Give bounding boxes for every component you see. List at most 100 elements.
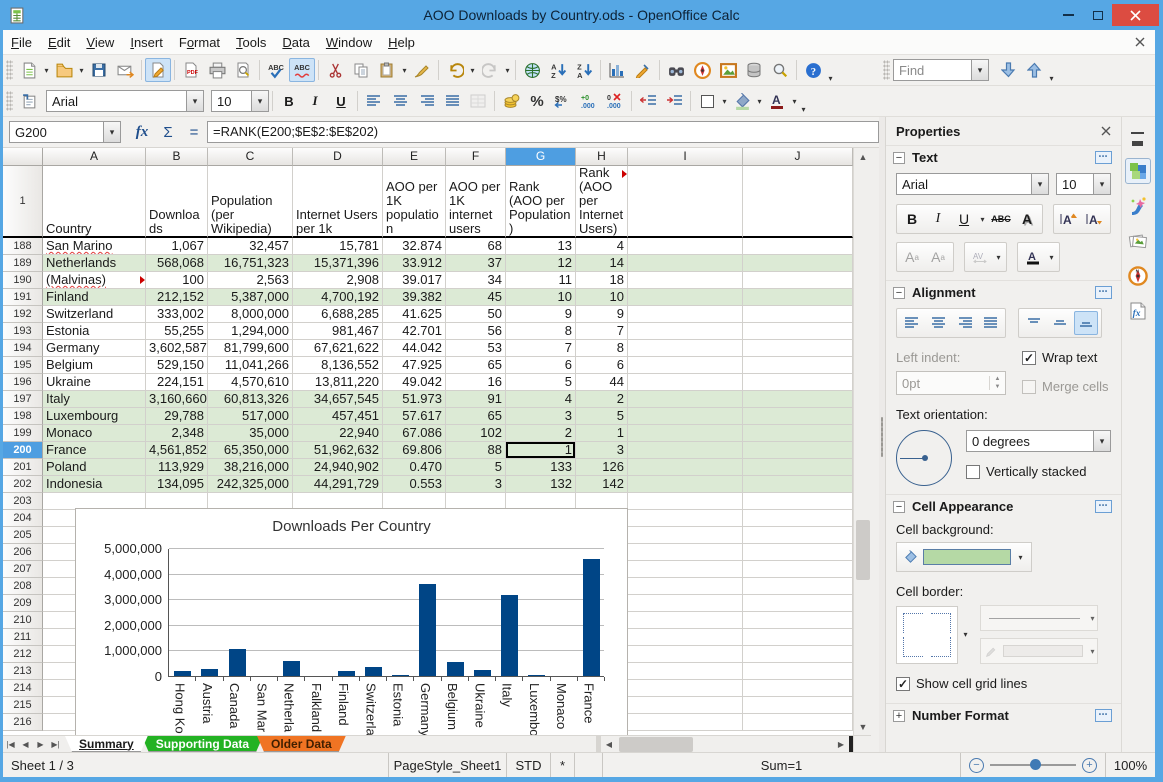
cell[interactable]: 568,068 [146, 255, 208, 272]
cell[interactable] [628, 544, 743, 561]
toolbar-more-button[interactable]: ▾ [826, 74, 835, 83]
cell[interactable]: 100 [146, 272, 208, 289]
row-header-209[interactable]: 209 [3, 595, 43, 612]
cell[interactable]: 16 [446, 374, 506, 391]
cell[interactable]: 4 [576, 238, 628, 255]
cell[interactable] [743, 595, 853, 612]
cell[interactable]: 9 [576, 306, 628, 323]
menu-view[interactable]: View [78, 35, 122, 50]
cell-appearance-section-header[interactable]: − Cell Appearance ••• [886, 494, 1121, 518]
decrease-font-button[interactable]: A [1083, 207, 1107, 231]
downloads-chart[interactable]: Downloads Per Country 0 1,000,000 2,000,000… [75, 508, 628, 735]
page-style[interactable]: PageStyle_Sheet1 [388, 753, 506, 777]
column-header-J[interactable]: J [743, 148, 853, 166]
zoom-button[interactable] [767, 58, 793, 82]
cell[interactable]: 517,000 [208, 408, 293, 425]
row-header-213[interactable]: 213 [3, 663, 43, 680]
open-button[interactable] [51, 58, 77, 82]
cell[interactable] [628, 561, 743, 578]
cell[interactable] [628, 442, 743, 459]
cell[interactable]: 4 [506, 391, 576, 408]
zoom-slider-thumb[interactable] [1030, 759, 1041, 770]
cell[interactable]: 3 [506, 408, 576, 425]
cell[interactable] [743, 166, 853, 238]
cell[interactable]: 242,325,000 [208, 476, 293, 493]
cell[interactable] [743, 425, 853, 442]
cell[interactable]: 1 [506, 442, 576, 459]
cell[interactable]: 16,751,323 [208, 255, 293, 272]
cell[interactable] [743, 340, 853, 357]
superscript-button[interactable]: Aa [900, 245, 924, 269]
cell[interactable] [628, 646, 743, 663]
cell[interactable] [628, 697, 743, 714]
previous-sheet-button[interactable]: ◀ [18, 736, 33, 752]
cell[interactable]: Poland [43, 459, 146, 476]
zoom-slider[interactable] [990, 759, 1076, 770]
cell[interactable]: 9 [506, 306, 576, 323]
equals-icon[interactable]: = [181, 124, 207, 141]
cell[interactable]: 44,291,729 [293, 476, 383, 493]
open-dropdown-arrow[interactable]: ▾ [77, 66, 86, 75]
cell[interactable] [743, 391, 853, 408]
new-document-button[interactable] [16, 58, 42, 82]
increase-indent-button[interactable] [661, 89, 687, 113]
cell[interactable]: 12 [506, 255, 576, 272]
cell[interactable]: 6,688,285 [293, 306, 383, 323]
cell-background-button[interactable]: ▾ [896, 542, 1032, 572]
background-color-dropdown-arrow[interactable]: ▾ [755, 97, 764, 106]
first-sheet-button[interactable]: |◀ [3, 736, 18, 752]
paste-button[interactable] [374, 58, 400, 82]
cell[interactable]: 53 [446, 340, 506, 357]
cell[interactable]: Indonesia [43, 476, 146, 493]
sidebar-font-size-select[interactable]: 10 ▾ [1056, 173, 1111, 195]
selection-sum[interactable]: Sum=1 [602, 753, 960, 777]
cell[interactable]: 10 [576, 289, 628, 306]
row-header-206[interactable]: 206 [3, 544, 43, 561]
cell[interactable] [628, 527, 743, 544]
cell[interactable] [743, 374, 853, 391]
row-header-193[interactable]: 193 [3, 323, 43, 340]
toolbar-grip[interactable] [6, 60, 13, 80]
row-header-204[interactable]: 204 [3, 510, 43, 527]
cell[interactable]: 981,467 [293, 323, 383, 340]
copy-button[interactable] [348, 58, 374, 82]
sidebar-align-right-button[interactable] [952, 311, 976, 335]
strikethrough-button[interactable]: ABC [989, 207, 1013, 231]
scroll-down-arrow[interactable]: ▼ [854, 718, 872, 735]
font-size-dropdown-arrow[interactable]: ▾ [251, 91, 268, 111]
font-color-button[interactable]: A [764, 89, 790, 113]
cell[interactable] [628, 714, 743, 731]
redo-button[interactable] [477, 58, 503, 82]
cell[interactable]: Ukraine [43, 374, 146, 391]
cell[interactable]: 13,811,220 [293, 374, 383, 391]
cell[interactable]: 56 [446, 323, 506, 340]
merge-cells-checkbox[interactable] [1022, 379, 1036, 394]
help-button[interactable]: ? [800, 58, 826, 82]
find-replace-button[interactable] [663, 58, 689, 82]
scroll-right-arrow[interactable]: ▶ [833, 736, 849, 753]
export-pdf-button[interactable]: PDF [178, 58, 204, 82]
row-header-207[interactable]: 207 [3, 561, 43, 578]
print-button[interactable] [204, 58, 230, 82]
background-swatch-dropdown-arrow[interactable]: ▾ [1016, 553, 1025, 562]
zoom-level[interactable]: 100% [1105, 753, 1155, 777]
row-header-189[interactable]: 189 [3, 255, 43, 272]
borders-dropdown-arrow[interactable]: ▾ [720, 97, 729, 106]
sidebar-font-color-button[interactable]: A [1021, 245, 1045, 269]
cell[interactable]: 7 [506, 340, 576, 357]
cell[interactable]: 11 [506, 272, 576, 289]
find-input[interactable]: Find ▾ [893, 59, 989, 81]
spelling-button[interactable]: ABC [263, 58, 289, 82]
column-header-A[interactable]: A [43, 148, 146, 166]
cell[interactable] [743, 510, 853, 527]
cell[interactable] [628, 391, 743, 408]
standard-format-button[interactable]: $% [550, 89, 576, 113]
cell[interactable] [743, 646, 853, 663]
cell[interactable]: 6 [506, 357, 576, 374]
cell[interactable]: 67.086 [383, 425, 446, 442]
maximize-button[interactable] [1083, 4, 1112, 26]
cell[interactable]: 47.925 [383, 357, 446, 374]
cell[interactable]: 55,255 [146, 323, 208, 340]
cell[interactable]: 81,799,600 [208, 340, 293, 357]
cell[interactable]: 65 [446, 357, 506, 374]
